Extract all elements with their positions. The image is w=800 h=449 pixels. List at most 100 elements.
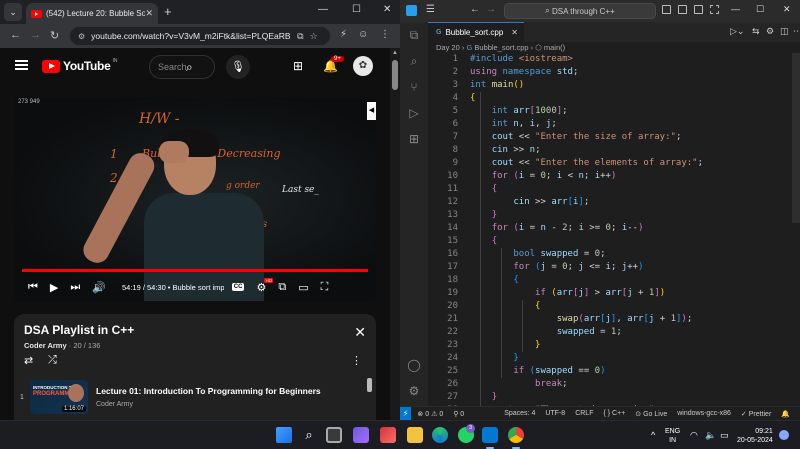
- edge-browser-icon[interactable]: [432, 427, 448, 443]
- code-line[interactable]: 20 {: [428, 300, 792, 313]
- settings-gear-icon[interactable]: ⚙: [766, 26, 774, 37]
- loop-icon[interactable]: ⇄: [24, 354, 33, 367]
- toggle-panel-icon[interactable]: [678, 5, 687, 14]
- code-line[interactable]: 15 {: [428, 235, 792, 248]
- playlist-title[interactable]: DSA Playlist in C++: [24, 323, 134, 337]
- run-code-icon[interactable]: ▷⌄: [730, 26, 744, 37]
- camera-app-icon[interactable]: [380, 427, 396, 443]
- maximize-button[interactable]: ☐: [756, 4, 764, 15]
- go-live-button[interactable]: ⊙ Go Live: [635, 410, 667, 418]
- code-line[interactable]: 24 }: [428, 352, 792, 365]
- file-explorer-icon[interactable]: [407, 427, 423, 443]
- code-line[interactable]: 7 cout << "Enter the size of array:";: [428, 131, 792, 144]
- code-line[interactable]: 27 }: [428, 391, 792, 404]
- chrome-taskbar-icon[interactable]: [508, 427, 524, 443]
- code-line[interactable]: 11 {: [428, 183, 792, 196]
- code-line[interactable]: 4{: [428, 92, 792, 105]
- code-line[interactable]: 18 {: [428, 274, 792, 287]
- code-line[interactable]: 16 bool swapped = 0;: [428, 248, 792, 261]
- language-indicator[interactable]: ENG IN: [665, 427, 680, 445]
- minimize-button[interactable]: —: [318, 4, 328, 15]
- compiler-indicator[interactable]: windows-gcc-x86: [677, 410, 731, 417]
- browser-tab[interactable]: (542) Lecture 20: Bubble Sort w ✕: [26, 3, 158, 24]
- volume-icon[interactable]: 🔊: [92, 281, 106, 294]
- manage-gear-icon[interactable]: ⚙: [407, 384, 421, 398]
- tab-search-button[interactable]: ⌄: [4, 3, 22, 21]
- toggle-sidebar-icon[interactable]: [662, 5, 671, 14]
- reload-icon[interactable]: ↻: [50, 29, 59, 42]
- encoding-indicator[interactable]: UTF-8: [545, 410, 565, 417]
- volume-icon[interactable]: 🔈: [705, 430, 716, 441]
- command-center[interactable]: ⌕ DSA through C++: [504, 3, 656, 19]
- next-icon[interactable]: ⏭: [70, 281, 80, 294]
- breadcrumb-folder[interactable]: Day 20: [436, 43, 460, 52]
- site-info-icon[interactable]: ⚙: [78, 32, 85, 41]
- scroll-up-icon[interactable]: ▲: [392, 50, 398, 56]
- breadcrumb-file[interactable]: Bubble_sort.cpp: [474, 43, 528, 52]
- split-editor-icon[interactable]: ◫: [780, 26, 789, 37]
- install-app-icon[interactable]: ⧉: [297, 31, 303, 42]
- run-debug-icon[interactable]: ▷: [407, 106, 421, 120]
- explorer-icon[interactable]: ⧉: [407, 28, 421, 42]
- code-line[interactable]: 21 swap(arr[j], arr[j + 1]);: [428, 313, 792, 326]
- forward-icon[interactable]: →: [486, 4, 496, 15]
- code-line[interactable]: 17 for (j = 0; j <= i; j++): [428, 261, 792, 274]
- code-line[interactable]: 9 cout << "Enter the elements of array:"…: [428, 157, 792, 170]
- forward-icon[interactable]: →: [30, 29, 41, 41]
- breadcrumb-symbol[interactable]: main(): [544, 43, 565, 52]
- wifi-icon[interactable]: ◠: [690, 430, 698, 441]
- compare-changes-icon[interactable]: ⇆: [752, 26, 760, 37]
- address-bar[interactable]: ⚙ youtube.com/watch?v=V3vM_m2iFtk&list=P…: [70, 27, 330, 45]
- teams-icon[interactable]: [353, 427, 369, 443]
- problems-indicator[interactable]: ⊗ 0 ⚠ 0: [417, 410, 443, 418]
- theater-mode-icon[interactable]: ▭: [298, 281, 308, 294]
- close-window-button[interactable]: ✕: [783, 4, 791, 15]
- menu-icon[interactable]: ☰: [426, 4, 435, 15]
- page-scrollbar[interactable]: ▲: [390, 48, 400, 420]
- captions-button[interactable]: CC: [231, 283, 245, 291]
- clock[interactable]: 09:21 20-05-2024: [737, 427, 773, 445]
- toggle-secondary-sidebar-icon[interactable]: [694, 5, 703, 14]
- code-editor[interactable]: 1 #include <iostream> 2 using namespace std…: [428, 53, 792, 406]
- more-actions-icon[interactable]: ⋯: [793, 26, 800, 37]
- start-windows-icon[interactable]: [276, 427, 292, 443]
- code-line[interactable]: 25 if (swapped == 0): [428, 365, 792, 378]
- tab-bubble-sort[interactable]: G Bubble_sort.cpp ✕: [428, 22, 524, 42]
- code-line[interactable]: 10 for (i = 0; i < n; i++): [428, 170, 792, 183]
- code-line[interactable]: 8 cin >> n;: [428, 144, 792, 157]
- video-player[interactable]: 273 949 H/W - 1 Bubble sort : Decreasing…: [14, 97, 376, 301]
- battery-icon[interactable]: ▭: [720, 430, 729, 441]
- search-icon[interactable]: ⌕: [301, 427, 317, 443]
- microphone-icon[interactable]: 🎙: [226, 55, 250, 79]
- remote-indicator-icon[interactable]: ⚡: [400, 406, 412, 421]
- search-input[interactable]: Search: [149, 55, 215, 79]
- menu-icon[interactable]: [15, 60, 28, 70]
- customize-layout-icon[interactable]: [710, 5, 719, 14]
- editor-scrollbar[interactable]: [792, 53, 800, 406]
- avatar[interactable]: ✿: [353, 56, 373, 76]
- indentation-indicator[interactable]: Spaces: 4: [504, 410, 535, 417]
- bookmark-star-icon[interactable]: ☆: [310, 31, 318, 42]
- code-line[interactable]: 1 #include <iostream>: [428, 53, 792, 66]
- code-line[interactable]: 14 for (i = n - 2; i >= 0; i--): [428, 222, 792, 235]
- account-icon[interactable]: ◯: [407, 358, 421, 372]
- playlist-close-icon[interactable]: ✕: [354, 324, 366, 341]
- editor-scroll-thumb[interactable]: [792, 53, 800, 223]
- vscode-taskbar-icon[interactable]: [482, 427, 498, 443]
- youtube-logo[interactable]: YouTube IN: [42, 58, 117, 73]
- language-mode-indicator[interactable]: { } C++: [603, 410, 625, 417]
- notification-center-icon[interactable]: [779, 430, 789, 440]
- extensions-icon[interactable]: ⊞: [407, 132, 421, 146]
- back-icon[interactable]: ←: [470, 4, 480, 15]
- code-line[interactable]: 6 int n, i, j;: [428, 118, 792, 131]
- chapter-title[interactable]: • Bubble sort imp: [168, 283, 224, 292]
- shuffle-icon[interactable]: ⤮: [48, 354, 57, 367]
- search-icon[interactable]: ⌕: [186, 60, 193, 75]
- settings-gear-icon[interactable]: ⚙ HD: [256, 277, 273, 294]
- minimize-button[interactable]: —: [731, 4, 740, 14]
- code-line[interactable]: 19 if (arr[j] > arr[j + 1]): [428, 287, 792, 300]
- playlist-channel[interactable]: Coder Army: [24, 341, 67, 350]
- fullscreen-icon[interactable]: ⛶: [321, 281, 329, 294]
- code-line[interactable]: 22 swapped = 1;: [428, 326, 792, 339]
- video-thumbnail[interactable]: INTRODUCTION TO PROGRAMMING 1:16:07: [30, 380, 88, 414]
